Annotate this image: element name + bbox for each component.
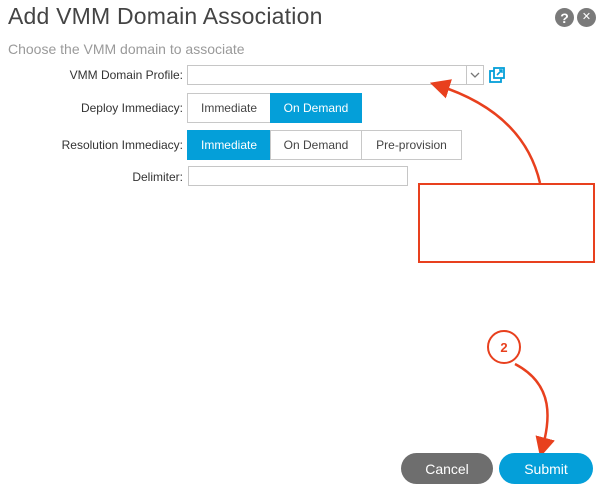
dialog-subtitle: Choose the VMM domain to associate <box>8 41 245 57</box>
open-external-icon[interactable] <box>489 67 505 83</box>
delimiter-label: Delimiter: <box>132 170 183 184</box>
deploy-immediacy-immediate[interactable]: Immediate <box>187 93 271 123</box>
resolution-immediacy-on-demand[interactable]: On Demand <box>270 130 362 160</box>
dialog-title: Add VMM Domain Association <box>8 3 323 29</box>
submit-button[interactable]: Submit <box>499 453 593 484</box>
vmm-domain-profile-label: VMM Domain Profile: <box>69 68 183 82</box>
cancel-button[interactable]: Cancel <box>401 453 493 484</box>
resolution-immediacy-toggle: Immediate On Demand Pre-provision <box>187 130 462 160</box>
resolution-immediacy-pre-provision[interactable]: Pre-provision <box>361 130 462 160</box>
header-icons: ? ✕ <box>555 8 596 27</box>
chevron-down-icon <box>470 72 480 78</box>
vmm-domain-profile-dropdown[interactable] <box>466 65 484 85</box>
vmm-domain-profile-input[interactable] <box>187 65 467 85</box>
resolution-immediacy-immediate[interactable]: Immediate <box>187 130 271 160</box>
help-icon[interactable]: ? <box>555 8 574 27</box>
annotation-highlight-box <box>418 183 595 263</box>
deploy-immediacy-on-demand[interactable]: On Demand <box>270 93 362 123</box>
deploy-immediacy-label: Deploy Immediacy: <box>80 101 183 115</box>
close-icon[interactable]: ✕ <box>577 8 596 27</box>
delimiter-input[interactable] <box>188 166 408 186</box>
deploy-immediacy-toggle: Immediate On Demand <box>187 93 362 123</box>
resolution-immediacy-label: Resolution Immediacy: <box>61 138 183 152</box>
annotation-step-badge: 2 <box>487 330 521 364</box>
arrow-to-submit <box>514 362 555 458</box>
add-vmm-domain-dialog: Add VMM Domain Association ? ✕ Choose th… <box>0 0 608 494</box>
